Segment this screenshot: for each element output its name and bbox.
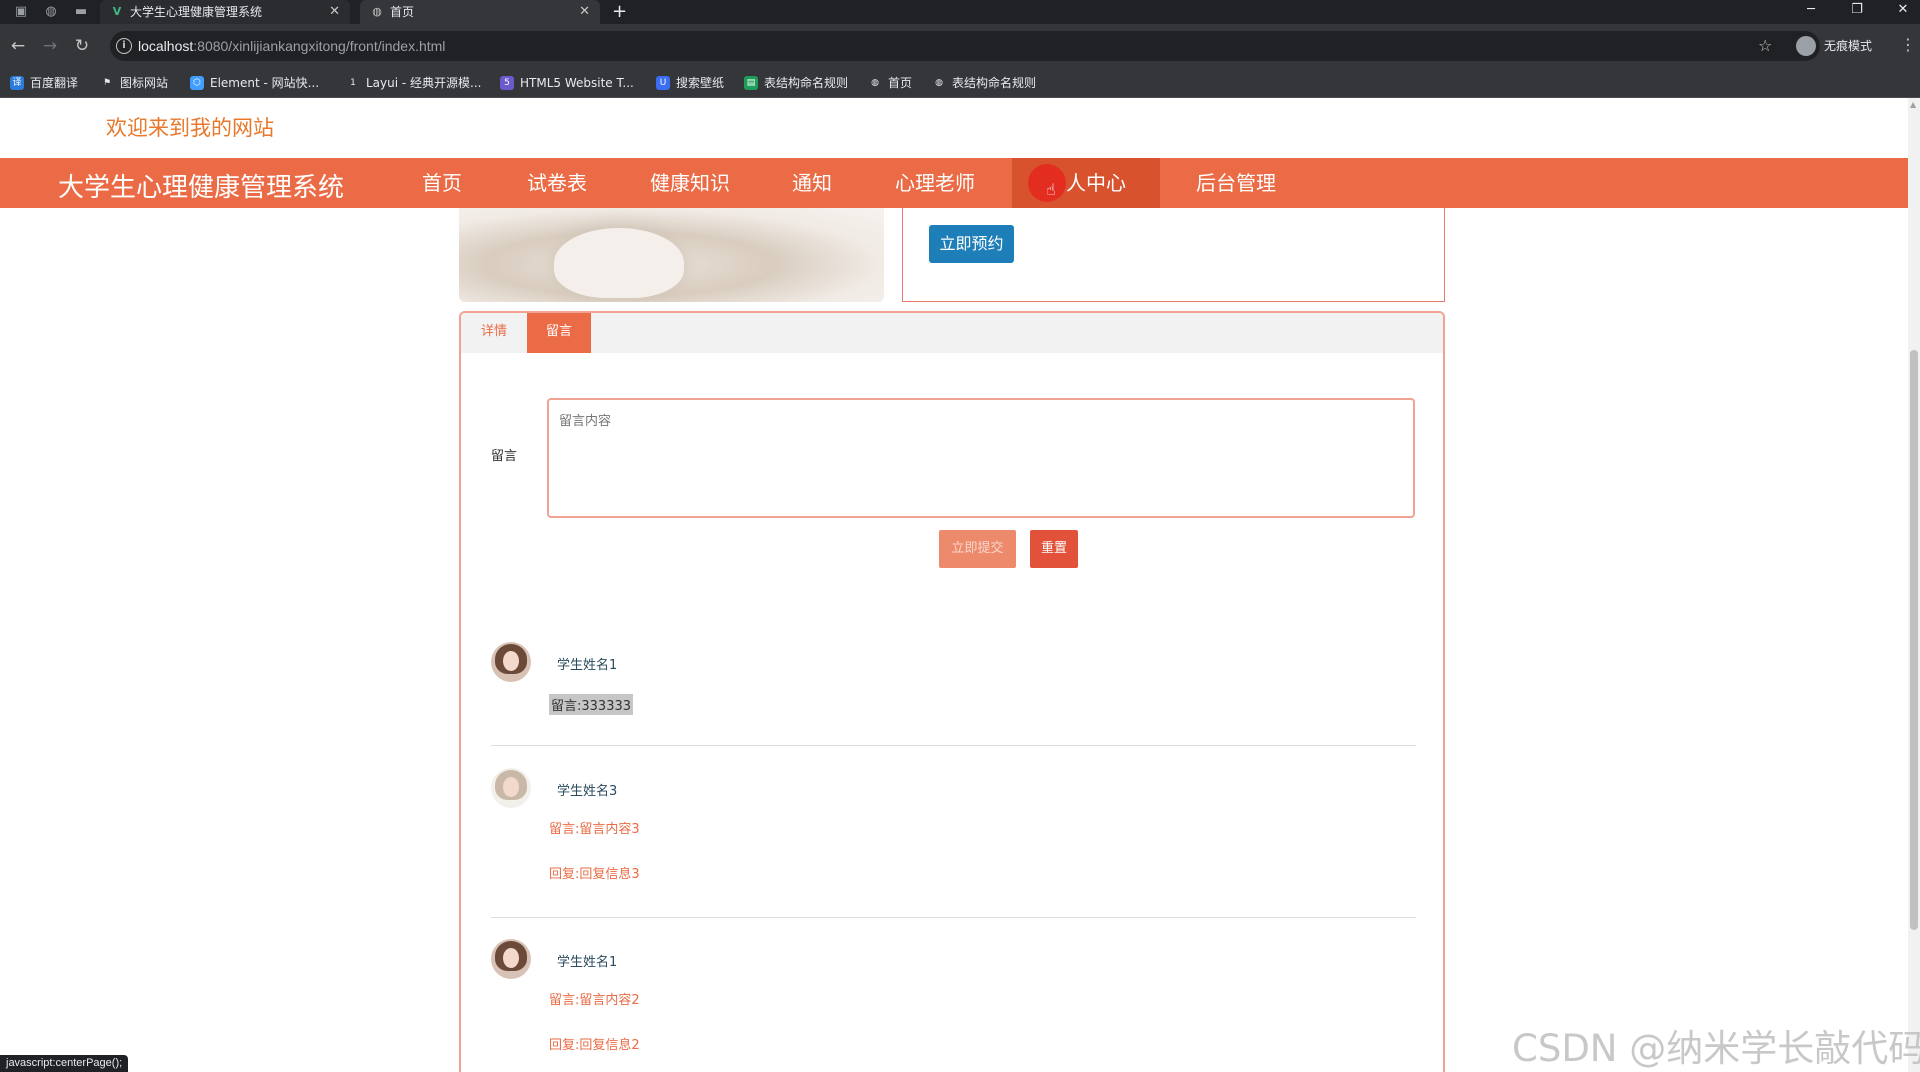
flag-icon: ⚑ <box>102 78 112 88</box>
bookmark-label: 搜索壁纸 <box>676 76 725 90</box>
avatar <box>491 939 531 979</box>
hand-cursor-icon: ☝ <box>1046 180 1056 199</box>
bookmark-star-icon[interactable]: ☆ <box>1758 36 1772 55</box>
teacher-info-box: 立即预约 <box>902 208 1445 302</box>
address-toolbar: ← → ↻ i localhost:8080/xinlijiankangxito… <box>0 24 1920 68</box>
nav-teachers[interactable]: 心理老师 <box>866 158 1004 208</box>
bookmark-item[interactable]: 译百度翻译 <box>10 75 78 91</box>
comment-field-label: 留言 <box>491 449 518 464</box>
incognito-profile[interactable]: 无痕模式 <box>1796 34 1872 58</box>
bookmark-item[interactable]: U 搜索壁纸 <box>656 75 724 91</box>
nav-home[interactable]: 首页 <box>392 158 492 208</box>
url-field[interactable]: i localhost:8080/xinlijiankangxitong/fro… <box>110 31 1820 61</box>
bookmark-item[interactable]: 5 HTML5 Website T... <box>500 75 634 91</box>
teacher-photo <box>459 208 884 302</box>
profile-label: 无痕模式 <box>1824 39 1873 53</box>
incognito-icon <box>1796 36 1816 56</box>
globe-icon[interactable]: ◍ <box>42 3 60 21</box>
nav-admin[interactable]: 后台管理 <box>1168 158 1304 208</box>
web-page: 欢迎来到我的网站 大学生心理健康管理系统 首页 试卷表 健康知识 通知 心理老师… <box>0 98 1908 1072</box>
watermark: CSDN @纳米学长敲代码 <box>1512 1027 1920 1070</box>
comment-reply: 回复:回复信息3 <box>549 867 640 882</box>
bookmark-label: Layui - 经典开源模... <box>366 76 482 90</box>
globe-icon: ◍ <box>372 5 382 18</box>
comment-textarea[interactable] <box>547 398 1415 518</box>
nav-knowledge[interactable]: 健康知识 <box>622 158 758 208</box>
element-icon: ⬡ <box>190 76 204 90</box>
tab-details[interactable]: 详情 <box>461 313 527 353</box>
new-tab-button[interactable]: + <box>612 0 627 24</box>
close-tab-icon[interactable]: ✕ <box>329 0 340 24</box>
bookmark-label: Element - 网站快... <box>210 76 320 90</box>
sheet-icon: ▤ <box>744 76 758 90</box>
submit-button[interactable]: 立即提交 <box>939 530 1016 568</box>
comment-message: 留言:333333 <box>549 694 634 715</box>
translate-icon: 译 <box>10 76 24 90</box>
bookmark-item[interactable]: ▤ 表结构命名规则 <box>744 75 848 91</box>
tab-home[interactable]: ◍ 首页 ✕ <box>360 0 600 24</box>
site-brand[interactable]: 大学生心理健康管理系统 <box>58 167 344 204</box>
page-scrollbar[interactable]: ▲ <box>1908 98 1920 1072</box>
bookmark-label: 表结构命名规则 <box>764 76 849 90</box>
comment-author: 学生姓名1 <box>557 658 618 673</box>
divider <box>491 917 1416 918</box>
bookmark-label: 表结构命名规则 <box>952 76 1037 90</box>
nav-notice[interactable]: 通知 <box>766 158 858 208</box>
scrollbar-thumb[interactable] <box>1910 350 1918 930</box>
comment-message: 留言:留言内容3 <box>549 822 640 837</box>
divider <box>491 745 1416 746</box>
tab-title: 大学生心理健康管理系统 <box>130 5 263 19</box>
back-arrow-icon[interactable]: ← <box>8 36 28 56</box>
tab-title: 首页 <box>390 5 415 19</box>
bookmark-item[interactable]: ◍ 首页 <box>868 75 912 91</box>
html5-icon: 5 <box>500 76 514 90</box>
bookmark-label: 百度翻译 <box>30 76 79 90</box>
scroll-up-icon[interactable]: ▲ <box>1910 100 1916 109</box>
v-logo-icon: V <box>112 5 122 18</box>
reload-icon[interactable]: ↻ <box>72 36 92 56</box>
welcome-text: 欢迎来到我的网站 <box>106 116 274 140</box>
bookmark-label: HTML5 Website T... <box>520 76 634 90</box>
site-info-icon[interactable]: i <box>116 38 132 54</box>
browser-tab-strip: ▣ ◍ ▬ V 大学生心理健康管理系统 ✕ ◍ 首页 ✕ + ─ ❐ ✕ <box>0 0 1920 24</box>
detail-panel: 详情 留言 留言 立即提交 重置 学生姓名1 留言:333333 学生姓名3 留… <box>459 311 1445 1072</box>
nav-exam[interactable]: 试卷表 <box>500 158 614 208</box>
globe-icon: ◍ <box>935 78 943 88</box>
tab-comments[interactable]: 留言 <box>527 313 591 353</box>
layui-icon: 1 <box>350 78 356 88</box>
comment-reply: 回复:回复信息2 <box>549 1038 640 1053</box>
restore-icon[interactable]: ❐ <box>1842 0 1872 20</box>
window-icon[interactable]: ▬ <box>72 3 90 21</box>
status-bar-url: javascript:centerPage(); <box>0 1055 129 1072</box>
tab-system[interactable]: V 大学生心理健康管理系统 ✕ <box>100 0 350 24</box>
bookmark-label: 图标网站 <box>120 76 169 90</box>
reset-button[interactable]: 重置 <box>1030 530 1078 568</box>
avatar <box>491 768 531 808</box>
bookmark-item[interactable]: ◍ 表结构命名规则 <box>932 75 1036 91</box>
url-path: :8080/xinlijiankangxitong/front/index.ht… <box>193 38 446 54</box>
bilibili-icon[interactable]: ▣ <box>12 3 30 21</box>
menu-kebab-icon[interactable]: ⋮ <box>1900 35 1916 54</box>
main-navbar: 大学生心理健康管理系统 首页 试卷表 健康知识 通知 心理老师 个人中心 ☝ 后… <box>0 158 1908 208</box>
reserve-button[interactable]: 立即预约 <box>929 225 1014 263</box>
bookmark-item[interactable]: ⬡ Element - 网站快... <box>190 75 319 91</box>
avatar <box>491 642 531 682</box>
url-host: localhost <box>138 38 194 54</box>
comment-author: 学生姓名3 <box>557 784 618 799</box>
comment-author: 学生姓名1 <box>557 955 618 970</box>
bookmark-item[interactable]: 1 Layui - 经典开源模... <box>346 75 481 91</box>
minimize-icon[interactable]: ─ <box>1796 0 1826 20</box>
bookmarks-bar: 译百度翻译 ⚑ 图标网站 ⬡ Element - 网站快... 1 Layui - 经… <box>0 68 1920 98</box>
panel-tabs: 详情 留言 <box>461 313 1443 353</box>
close-window-icon[interactable]: ✕ <box>1888 0 1918 20</box>
comment-message: 留言:留言内容2 <box>549 993 640 1008</box>
forward-arrow-icon[interactable]: → <box>40 36 60 56</box>
bookmark-item[interactable]: ⚑ 图标网站 <box>100 75 168 91</box>
wallpaper-icon: U <box>656 76 670 90</box>
bookmark-label: 首页 <box>888 76 913 90</box>
globe-icon: ◍ <box>871 78 879 88</box>
close-tab-icon[interactable]: ✕ <box>579 0 590 24</box>
